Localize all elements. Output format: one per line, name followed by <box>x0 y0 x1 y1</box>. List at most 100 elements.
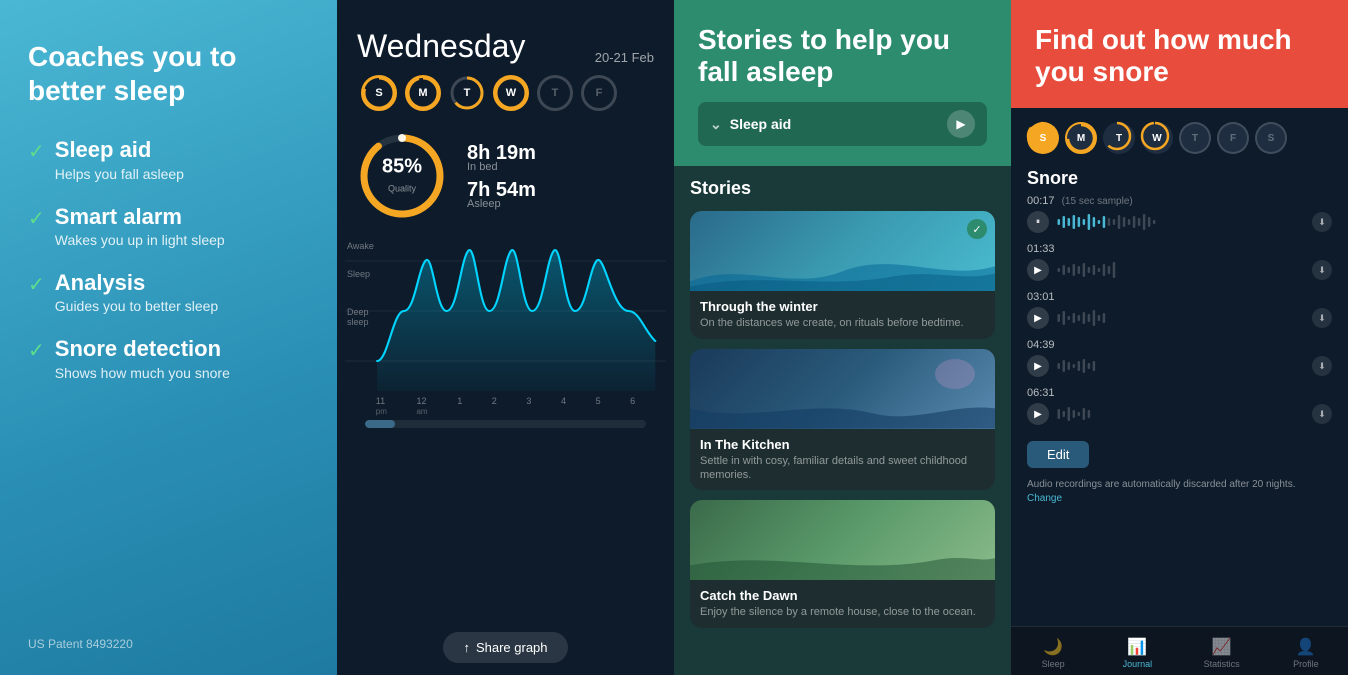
rec-time-4: 04:39 <box>1027 339 1332 351</box>
statistics-nav-icon: 📈 <box>1212 637 1232 657</box>
graph-label-awake: Awake <box>347 241 374 251</box>
story-desc-dawn: Enjoy the silence by a remote house, clo… <box>700 605 985 619</box>
download-icon-4[interactable]: ⬇ <box>1312 356 1332 376</box>
waveform-4 <box>1055 356 1306 376</box>
share-label: Share graph <box>476 640 548 655</box>
download-icon-1[interactable]: ⬇ <box>1312 212 1332 232</box>
chevron-down-icon: ⌄ <box>710 116 722 133</box>
nav-statistics-label: Statistics <box>1204 659 1240 669</box>
download-icon-2[interactable]: ⬇ <box>1312 260 1332 280</box>
stories-title-text: Stories to help you fall asleep <box>698 24 987 88</box>
feature-desc-analysis: Guides you to better sleep <box>55 298 218 314</box>
story-name-dawn: Catch the Dawn <box>700 588 985 603</box>
wc-w[interactable]: W <box>1141 122 1173 154</box>
play-button-3[interactable]: ▶ <box>1027 307 1049 329</box>
waveform-row-2: ▶ <box>1027 259 1332 281</box>
story-info-dawn: Catch the Dawn Enjoy the silence by a re… <box>690 580 995 627</box>
quality-pct: 85% <box>382 156 422 179</box>
waveform-1 <box>1055 212 1306 232</box>
story-desc-kitchen: Settle in with cosy, familiar details an… <box>700 454 985 483</box>
day-circle-s1[interactable]: S <box>361 75 397 111</box>
profile-nav-icon: 👤 <box>1296 637 1316 657</box>
patent-text: US Patent 8493220 <box>28 637 133 651</box>
play-button-4[interactable]: ▶ <box>1027 355 1049 377</box>
story-desc-winter: On the distances we create, on rituals b… <box>700 316 985 330</box>
story-card-winter[interactable]: ✓ Through the winter On the distances we… <box>690 211 995 338</box>
day-circle-m[interactable]: M <box>405 75 441 111</box>
story-image-kitchen <box>690 349 995 429</box>
pause-button-1[interactable]: ⏸ <box>1027 211 1049 233</box>
story-card-kitchen[interactable]: In The Kitchen Settle in with cosy, fami… <box>690 349 995 491</box>
story-name-winter: Through the winter <box>700 299 985 314</box>
rec-time-2: 01:33 <box>1027 243 1332 255</box>
recording-3: 03:01 ▶ <box>1027 291 1332 333</box>
feature-title-smart-alarm: Smart alarm <box>55 204 225 230</box>
feature-snore: ✓ Snore detection Shows how much you sno… <box>28 336 309 380</box>
wc-s2[interactable]: S <box>1255 122 1287 154</box>
wc-t1[interactable]: T <box>1103 122 1135 154</box>
day-circles: S M T W T <box>357 75 654 111</box>
nav-profile[interactable]: 👤 Profile <box>1264 635 1348 671</box>
waveform-3 <box>1055 308 1306 328</box>
day-circle-t2[interactable]: T <box>537 75 573 111</box>
feature-desc-sleep-aid: Helps you fall asleep <box>55 166 184 182</box>
graph-labels: Awake Sleep Deepsleep <box>347 241 374 327</box>
edit-button[interactable]: Edit <box>1027 441 1089 468</box>
wc-t2[interactable]: T <box>1179 122 1211 154</box>
audio-change-link[interactable]: Change <box>1027 493 1062 504</box>
graph-label-sleep: Sleep <box>347 269 374 279</box>
day-circle-f[interactable]: F <box>581 75 617 111</box>
recording-1: 00:17 (15 sec sample) ⏸ <box>1027 195 1332 237</box>
day-circle-w[interactable]: W <box>493 75 529 111</box>
graph-label-deep: Deepsleep <box>347 307 374 327</box>
audio-note: Audio recordings are automatically disca… <box>1027 478 1332 506</box>
check-icon-smart-alarm: ✓ <box>28 206 45 231</box>
story-check-winter: ✓ <box>967 219 987 239</box>
share-graph-button[interactable]: ↑ Share graph <box>443 632 567 663</box>
play-button[interactable]: ▶ <box>947 110 975 138</box>
download-icon-5[interactable]: ⬇ <box>1312 404 1332 424</box>
sleep-aid-bar[interactable]: ⌄ Sleep aid ▶ <box>698 102 987 146</box>
nav-sleep[interactable]: 🌙 Sleep <box>1011 635 1095 671</box>
sleep-graph: Awake Sleep Deepsleep 11pm 12am 1 <box>337 231 674 624</box>
waveform-row-4: ▶ ⬇ <box>1027 355 1332 377</box>
sleep-aid-label: Sleep aid <box>730 116 791 132</box>
feature-desc-smart-alarm: Wakes you up in light sleep <box>55 232 225 248</box>
sleep-graph-svg <box>345 231 666 391</box>
stories-list: Stories ✓ Through the winter On the dist… <box>674 166 1011 675</box>
share-icon: ↑ <box>463 640 470 655</box>
panel-stories: Stories to help you fall asleep ⌄ Sleep … <box>674 0 1011 675</box>
wc-m[interactable]: M <box>1065 122 1097 154</box>
sleep-nav-icon: 🌙 <box>1043 637 1063 657</box>
rec-time-3: 03:01 <box>1027 291 1332 303</box>
panel1-title: Coaches you to better sleep <box>28 40 309 107</box>
rec-time-1: 00:17 (15 sec sample) <box>1027 195 1332 207</box>
play-button-5[interactable]: ▶ <box>1027 403 1049 425</box>
feature-title-snore: Snore detection <box>55 336 230 362</box>
wc-f[interactable]: F <box>1217 122 1249 154</box>
feature-title-analysis: Analysis <box>55 270 218 296</box>
day-circle-t1[interactable]: T <box>449 75 485 111</box>
nav-statistics[interactable]: 📈 Statistics <box>1180 635 1264 671</box>
story-name-kitchen: In The Kitchen <box>700 437 985 452</box>
check-icon-snore: ✓ <box>28 338 45 363</box>
story-image-winter: ✓ <box>690 211 995 291</box>
sleep-aid-left: ⌄ Sleep aid <box>710 116 791 133</box>
snore-section-title: Snore <box>1027 168 1332 189</box>
wc-s1[interactable]: S <box>1027 122 1059 154</box>
waveform-row-1: ⏸ <box>1027 211 1332 233</box>
check-icon-sleep-aid: ✓ <box>28 139 45 164</box>
sleep-stats: 85% Quality 8h 19m In bed 7h 54m Asleep <box>337 121 674 231</box>
bottom-navigation: 🌙 Sleep 📊 Journal 📈 Statistics 👤 Profile <box>1011 626 1348 675</box>
play-button-2[interactable]: ▶ <box>1027 259 1049 281</box>
sleep-header: Wednesday 20-21 Feb S M <box>337 0 674 121</box>
recording-2: 01:33 ▶ <box>1027 243 1332 285</box>
stories-section-title: Stories <box>690 178 995 199</box>
nav-sleep-label: Sleep <box>1042 659 1065 669</box>
x-axis: 11pm 12am 1 2 3 4 5 6 <box>345 396 666 416</box>
recording-5: 06:31 ▶ ⬇ <box>1027 387 1332 429</box>
story-card-dawn[interactable]: Catch the Dawn Enjoy the silence by a re… <box>690 500 995 627</box>
download-icon-3[interactable]: ⬇ <box>1312 308 1332 328</box>
recording-4: 04:39 ▶ ⬇ <box>1027 339 1332 381</box>
nav-journal[interactable]: 📊 Journal <box>1095 635 1179 671</box>
